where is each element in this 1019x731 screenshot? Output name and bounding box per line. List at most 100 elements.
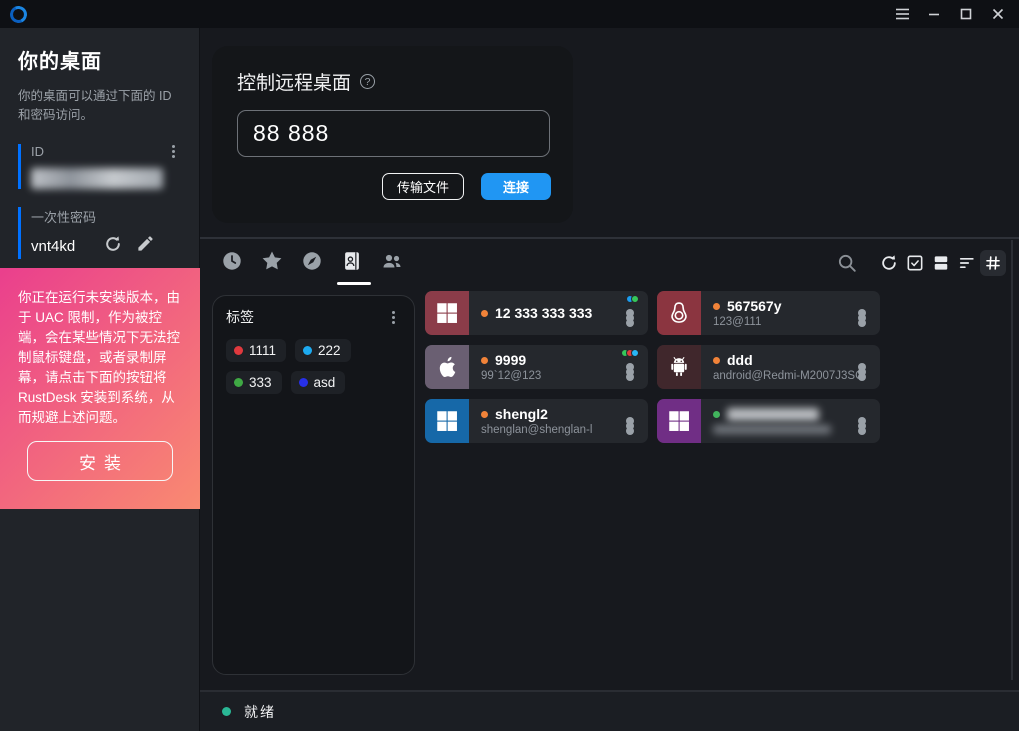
- peer-name: ddd: [727, 352, 753, 368]
- online-status-dot: [481, 357, 488, 364]
- titlebar: [0, 0, 1019, 28]
- peer-name: 9999: [495, 352, 526, 368]
- online-status-dot: [713, 411, 720, 418]
- session-indicators: [624, 349, 639, 357]
- tab-address-book[interactable]: [340, 249, 364, 273]
- peer-card[interactable]: shengl2 shenglan@shenglan-l: [425, 399, 648, 443]
- android-logo-icon: [657, 345, 701, 389]
- refresh-password-icon[interactable]: [103, 234, 123, 259]
- session-indicators: [629, 295, 639, 303]
- section-divider: [200, 237, 1019, 239]
- status-bar: 就绪: [200, 690, 1019, 731]
- peer-card[interactable]: [657, 399, 880, 443]
- close-button[interactable]: [989, 5, 1007, 23]
- peer-card[interactable]: 9999 99`12@123: [425, 345, 648, 389]
- select-checkbox-icon[interactable]: [902, 250, 928, 276]
- tag-label: 222: [318, 343, 341, 358]
- peer-menu-icon[interactable]: [626, 368, 634, 376]
- peer-subtitle: 99`12@123: [481, 370, 541, 382]
- otp-value: vnt4kd: [31, 238, 75, 255]
- main-area: 控制远程桌面 ? 传输文件 连接: [200, 28, 1019, 731]
- peer-menu-icon[interactable]: [858, 368, 866, 376]
- sidebar: 你的桌面 你的桌面可以通过下面的 ID 和密码访问。 ID 一次性密码 vnt4…: [0, 28, 200, 731]
- tab-favorites[interactable]: [260, 249, 284, 273]
- apple-logo-icon: [425, 345, 469, 389]
- peer-toolbar: [834, 250, 1006, 276]
- tags-panel: 标签 1111 222 333 asd: [212, 295, 415, 675]
- edit-password-icon[interactable]: [136, 234, 155, 259]
- windows-logo-icon: [425, 291, 469, 335]
- connection-status-text: 就绪: [244, 702, 276, 722]
- peer-subtitle: 123@111: [713, 316, 782, 328]
- indicator-dot: [631, 295, 639, 303]
- online-status-dot: [713, 303, 720, 310]
- online-status-dot: [481, 310, 488, 317]
- online-status-dot: [713, 357, 720, 364]
- peer-tabs: [220, 249, 404, 273]
- tab-recent-sessions[interactable]: [220, 249, 244, 273]
- peer-name: 567567y: [727, 298, 782, 314]
- card-view-icon[interactable]: [928, 250, 954, 276]
- peer-subtitle: android@Redmi-M2007J3SC: [713, 370, 863, 382]
- id-menu-icon[interactable]: [172, 150, 175, 153]
- install-notice-text: 你正在运行未安装版本，由于 UAC 限制，作为被控端，会在某些情况下无法控制鼠标…: [18, 288, 183, 428]
- connection-status-dot: [222, 707, 231, 716]
- peer-card[interactable]: ddd android@Redmi-M2007J3SC: [657, 345, 880, 389]
- peer-menu-icon[interactable]: [626, 422, 634, 430]
- id-label: ID: [31, 144, 44, 159]
- transfer-file-button[interactable]: 传输文件: [382, 173, 464, 200]
- remote-id-input[interactable]: [237, 110, 550, 157]
- tag-chip[interactable]: 222: [295, 339, 351, 362]
- tag-chip[interactable]: asd: [291, 371, 346, 394]
- my-desktop-subtitle: 你的桌面可以通过下面的 ID 和密码访问。: [18, 87, 181, 126]
- app-logo-icon: [8, 3, 30, 25]
- connect-button[interactable]: 连接: [481, 173, 551, 200]
- grid-view-icon[interactable]: [980, 250, 1006, 276]
- tag-color-dot: [303, 346, 312, 355]
- active-tab-underline: [337, 282, 371, 285]
- peer-menu-icon[interactable]: [626, 314, 634, 322]
- linux-tux-icon: [657, 291, 701, 335]
- sort-icon[interactable]: [954, 250, 980, 276]
- control-remote-card: 控制远程桌面 ? 传输文件 连接: [212, 46, 573, 223]
- online-status-dot: [481, 411, 488, 418]
- id-value-blurred[interactable]: [31, 168, 163, 189]
- tag-color-dot: [299, 378, 308, 387]
- tag-color-dot: [234, 378, 243, 387]
- tab-discovered[interactable]: [300, 249, 324, 273]
- peer-menu-icon[interactable]: [858, 422, 866, 430]
- scrollbar-track[interactable]: [1011, 240, 1013, 680]
- search-icon[interactable]: [834, 250, 860, 276]
- control-remote-title: 控制远程桌面: [237, 68, 351, 95]
- one-time-password-field: 一次性密码 vnt4kd: [18, 207, 181, 259]
- tags-title: 标签: [226, 307, 254, 327]
- peer-card[interactable]: 567567y 123@111: [657, 291, 880, 335]
- indicator-dot: [631, 349, 639, 357]
- windows-logo-icon: [657, 399, 701, 443]
- tag-label: 1111: [249, 343, 276, 358]
- maximize-button[interactable]: [957, 5, 975, 23]
- install-notice-panel: 你正在运行未安装版本，由于 UAC 限制，作为被控端，会在某些情况下无法控制鼠标…: [0, 268, 200, 509]
- refresh-icon[interactable]: [876, 250, 902, 276]
- tags-menu-icon[interactable]: [392, 316, 395, 319]
- tag-color-dot: [234, 346, 243, 355]
- otp-label: 一次性密码: [31, 207, 181, 226]
- tag-label: 333: [249, 375, 272, 390]
- peer-name-blurred: [727, 408, 819, 421]
- peer-subtitle-blurred: [713, 425, 831, 434]
- peer-grid: 12 333 333 333 567567y: [425, 291, 880, 443]
- my-desktop-title: 你的桌面: [18, 45, 181, 74]
- tag-chip[interactable]: 333: [226, 371, 282, 394]
- tag-label: asd: [314, 375, 336, 390]
- minimize-button[interactable]: [925, 5, 943, 23]
- peer-menu-icon[interactable]: [858, 314, 866, 322]
- rustdesk-window: 你的桌面 你的桌面可以通过下面的 ID 和密码访问。 ID 一次性密码 vnt4…: [0, 0, 1019, 731]
- tab-group[interactable]: [380, 249, 404, 273]
- install-button[interactable]: 安装: [27, 441, 173, 481]
- tag-chip[interactable]: 1111: [226, 339, 286, 362]
- menu-hamburger-icon[interactable]: [893, 5, 911, 23]
- peer-name: shengl2: [495, 406, 548, 422]
- peer-card[interactable]: 12 333 333 333: [425, 291, 648, 335]
- windows-logo-icon: [425, 399, 469, 443]
- help-icon[interactable]: ?: [360, 74, 375, 89]
